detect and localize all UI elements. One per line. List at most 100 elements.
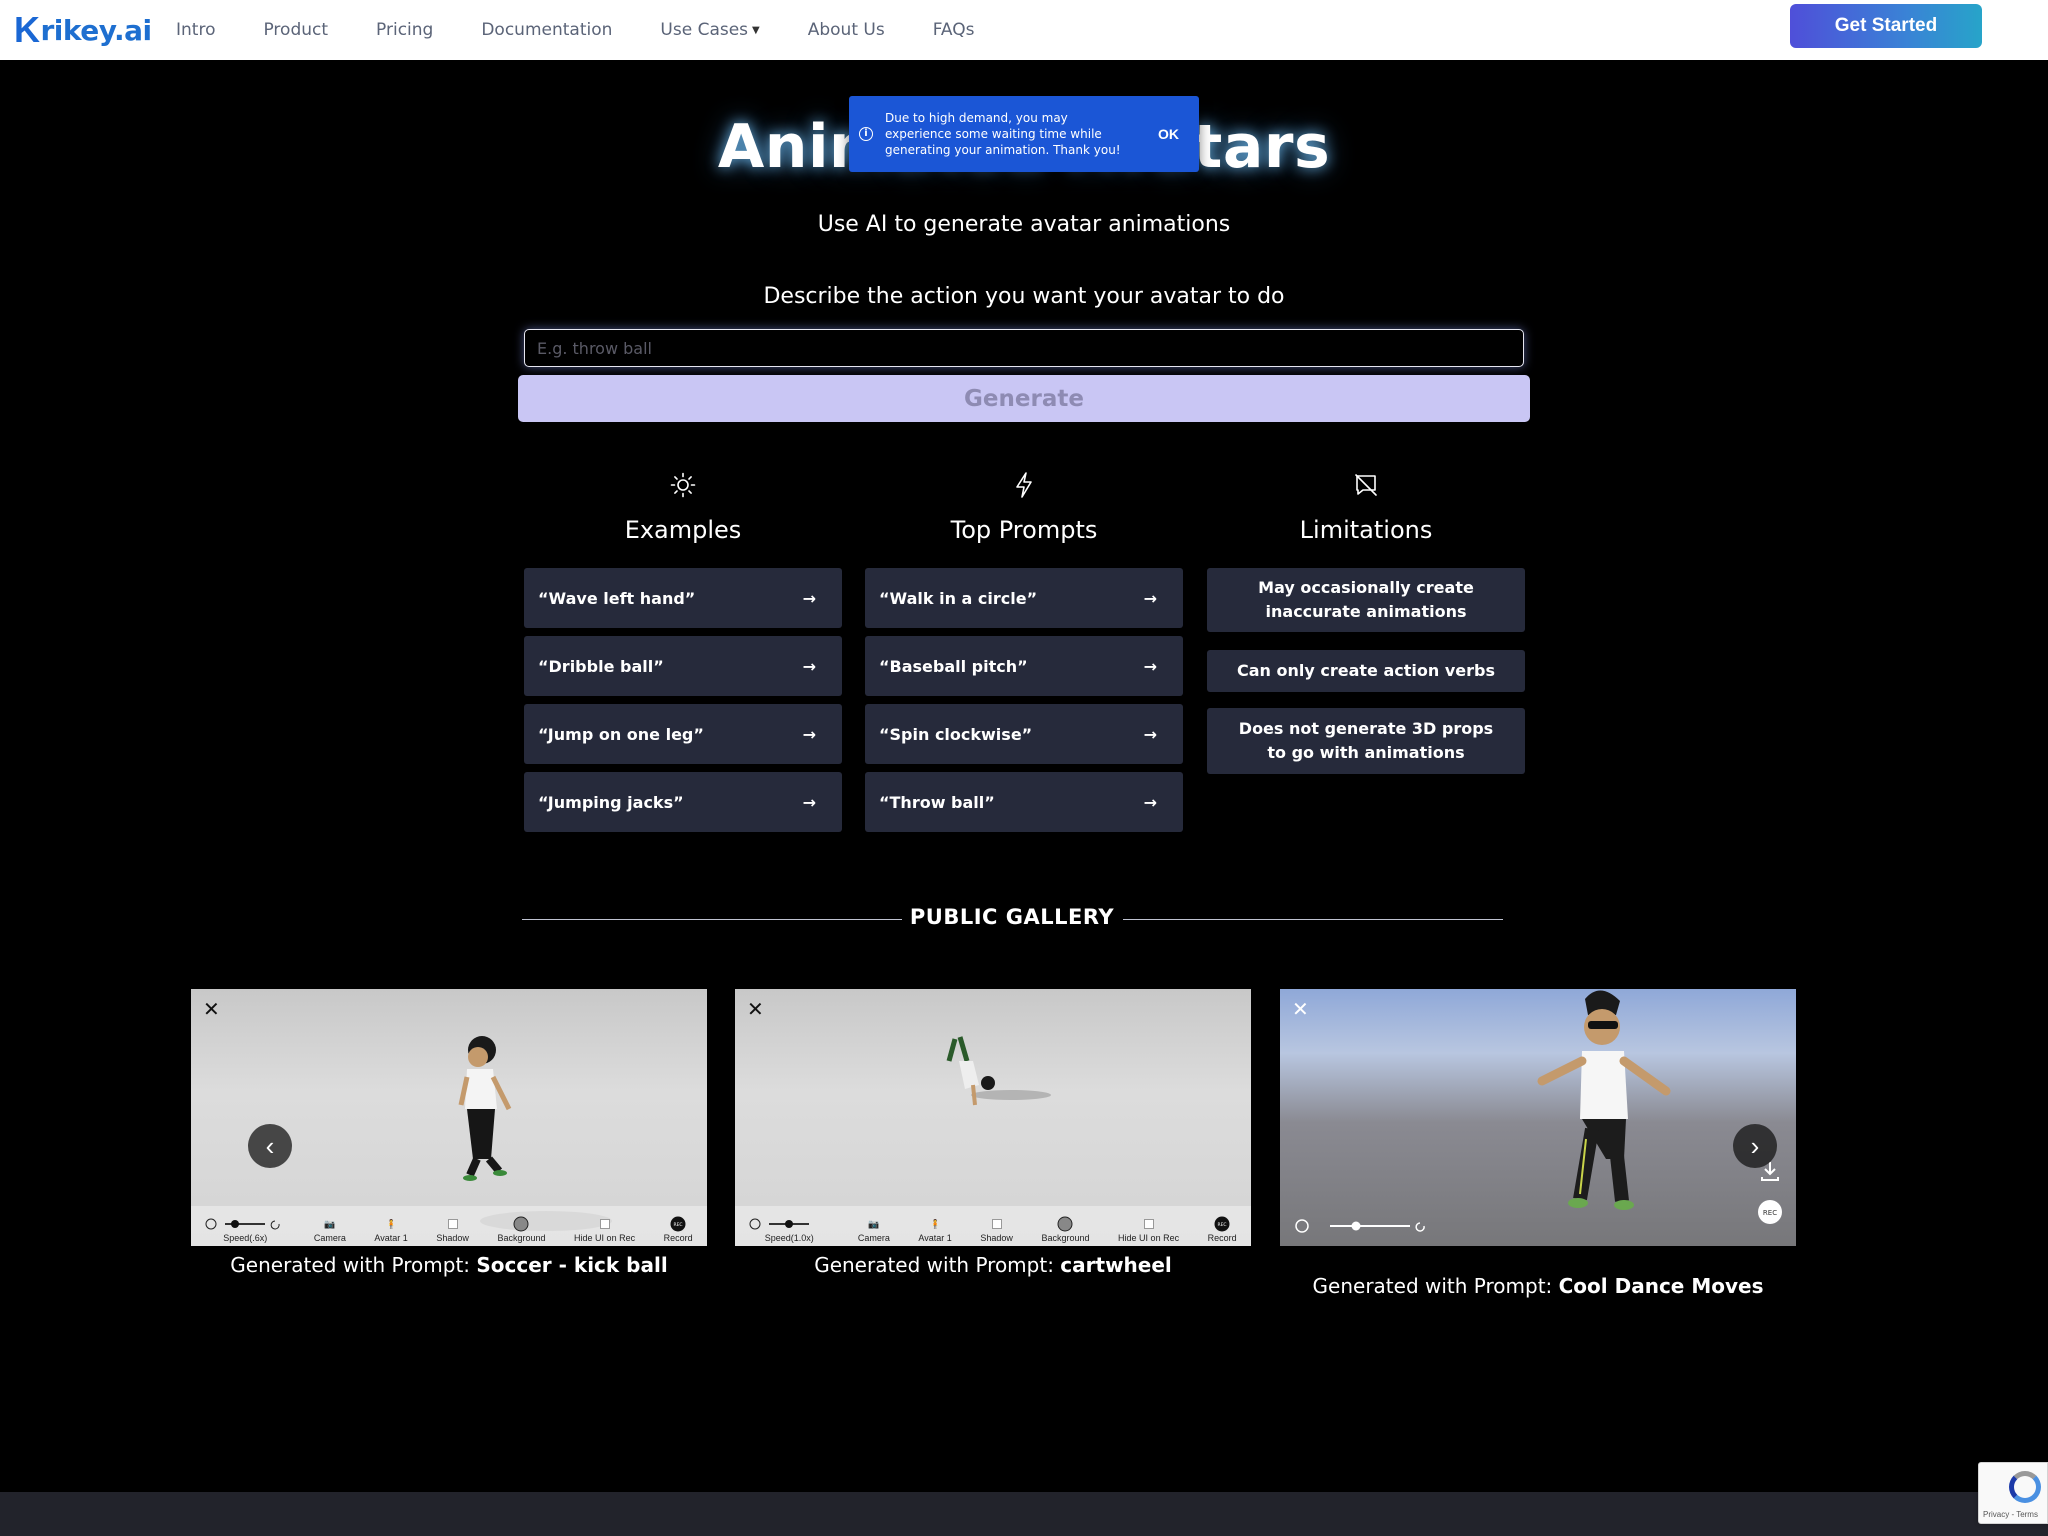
record-icon[interactable]: REC <box>1757 1199 1783 1229</box>
speed-slider[interactable] <box>1290 1218 1430 1238</box>
checkbox-icon[interactable] <box>445 1217 461 1231</box>
nav-link-intro[interactable]: Intro <box>176 20 215 40</box>
shadow-label: Shadow <box>436 1233 469 1243</box>
record-tool[interactable]: REC Record <box>663 1216 693 1243</box>
limitation-card: May occasionally create inaccurate anima… <box>1207 568 1525 632</box>
top-prompt-card[interactable]: “Spin clockwise” → <box>865 704 1183 764</box>
nav-link-faqs[interactable]: FAQs <box>933 20 975 40</box>
nav-link-pricing[interactable]: Pricing <box>376 20 433 40</box>
limitation-card: Does not generate 3D props to go with an… <box>1207 708 1525 774</box>
recaptcha-text[interactable]: Privacy - Terms <box>1983 1510 2038 1519</box>
checkbox-icon[interactable] <box>1141 1217 1157 1231</box>
top-prompt-card[interactable]: “Walk in a circle” → <box>865 568 1183 628</box>
record-icon: REC <box>1214 1216 1230 1232</box>
gallery-video[interactable]: ✕ ‹ Speed(.6x) 📷 Camera 🧍 Avatar 1 Shadow … <box>191 989 707 1246</box>
arrow-right-icon: → <box>802 656 816 676</box>
get-started-button[interactable]: Get Started <box>1790 4 1982 48</box>
top-prompt-card-label: “Throw ball” <box>879 792 995 812</box>
arrow-right-icon: → <box>1143 724 1157 744</box>
background-tool[interactable]: Background <box>1041 1216 1090 1243</box>
logo-text: rikey.ai <box>40 13 153 47</box>
page-subtitle: Use AI to generate avatar animations <box>817 212 1231 237</box>
gallery-video[interactable]: ✕ REC › <box>1280 989 1796 1246</box>
caption-prompt: Soccer - kick ball <box>476 1253 668 1277</box>
shadow-tool[interactable]: Shadow <box>436 1217 469 1243</box>
shadow-label: Shadow <box>980 1233 1013 1243</box>
speed-label: Speed(1.0x) <box>764 1233 814 1243</box>
checkbox-icon[interactable] <box>989 1217 1005 1231</box>
example-card[interactable]: “Jump on one leg” → <box>524 704 842 764</box>
nav-link-about-us[interactable]: About Us <box>808 20 885 40</box>
background-tool[interactable]: Background <box>497 1216 545 1243</box>
toast-message: Due to high demand, you may experience s… <box>885 111 1121 157</box>
footer-bar <box>0 1492 2048 1536</box>
avatar-tool[interactable]: 🧍 Avatar 1 <box>374 1217 408 1244</box>
caption-prompt: Cool Dance Moves <box>1558 1274 1764 1298</box>
gallery-title: PUBLIC GALLERY <box>909 905 1115 929</box>
speed-control[interactable]: Speed(.6x) <box>205 1217 285 1243</box>
top-navbar: Krikey.ai Intro Product Pricing Document… <box>0 0 2048 60</box>
gallery-caption: Generated with Prompt: Cool Dance Moves <box>1280 1274 1796 1298</box>
caption-prefix: Generated with Prompt: <box>230 1253 477 1277</box>
top-prompt-card-label: “Baseball pitch” <box>879 656 1028 676</box>
checkbox-icon[interactable] <box>597 1217 613 1231</box>
camera-tool[interactable]: 📷 Camera <box>857 1217 890 1244</box>
record-label: Record <box>1207 1233 1237 1243</box>
example-card[interactable]: “Jumping jacks” → <box>524 772 842 832</box>
avatar-tool[interactable]: 🧍 Avatar 1 <box>918 1217 951 1244</box>
recaptcha-icon <box>2009 1471 2041 1503</box>
record-icon: REC <box>670 1216 686 1232</box>
top-prompts-title: Top Prompts <box>950 516 1098 544</box>
person-icon: 🧍 <box>385 1218 397 1229</box>
nav-link-product[interactable]: Product <box>263 20 328 40</box>
record-tool[interactable]: REC Record <box>1207 1216 1237 1243</box>
hide-ui-label: Hide UI on Rec <box>574 1233 636 1243</box>
gallery-caption: Generated with Prompt: Soccer - kick bal… <box>191 1253 707 1277</box>
shadow-tool[interactable]: Shadow <box>980 1217 1013 1243</box>
background-label: Background <box>1041 1233 1090 1243</box>
top-prompt-card-label: “Spin clockwise” <box>879 724 1033 744</box>
gallery-caption: Generated with Prompt: cartwheel <box>735 1253 1251 1277</box>
nav-link-documentation[interactable]: Documentation <box>481 20 612 40</box>
recaptcha-badge[interactable]: Privacy - Terms <box>1978 1462 2048 1524</box>
speed-slider[interactable] <box>205 1217 285 1231</box>
example-card-label: “Jumping jacks” <box>538 792 684 812</box>
caption-prefix: Generated with Prompt: <box>1312 1274 1559 1298</box>
logo-k: K <box>14 9 40 50</box>
avatar-label: Avatar 1 <box>374 1233 408 1243</box>
record-label: Record <box>663 1233 693 1243</box>
camera-label: Camera <box>857 1233 890 1243</box>
example-card-label: “Jump on one leg” <box>538 724 704 744</box>
speed-label: Speed(.6x) <box>223 1233 268 1243</box>
gallery-divider-right <box>1123 919 1503 920</box>
toast-ok-button[interactable]: OK <box>1150 126 1187 142</box>
examples-column: Examples <box>524 470 842 544</box>
sun-icon <box>524 470 842 500</box>
arrow-right-icon: → <box>802 588 816 608</box>
hide-ui-tool[interactable]: Hide UI on Rec <box>1118 1217 1179 1243</box>
example-card[interactable]: “Wave left hand” → <box>524 568 842 628</box>
krikey-logo[interactable]: Krikey.ai <box>14 9 153 50</box>
nav-link-use-cases[interactable]: Use Cases ▼ <box>660 20 759 40</box>
hide-ui-tool[interactable]: Hide UI on Rec <box>574 1217 635 1243</box>
video-toolbar: Speed(.6x) 📷 Camera 🧍 Avatar 1 Shadow Back… <box>191 1206 707 1246</box>
speed-slider[interactable] <box>749 1217 829 1231</box>
example-card-label: “Dribble ball” <box>538 656 664 676</box>
rec-label: REC <box>1763 1209 1777 1217</box>
caption-prompt: cartwheel <box>1060 1253 1172 1277</box>
gallery-video[interactable]: ✕ Speed(1.0x) 📷 Camera 🧍 Avatar 1 Shadow B… <box>735 989 1251 1246</box>
limitation-card: Can only create action verbs <box>1207 650 1525 692</box>
top-prompt-card[interactable]: “Baseball pitch” → <box>865 636 1183 696</box>
generate-button[interactable]: Generate <box>518 375 1530 422</box>
carousel-next-button[interactable]: › <box>1733 1124 1777 1168</box>
speed-control[interactable]: Speed(1.0x) <box>749 1217 829 1243</box>
camera-tool[interactable]: 📷 Camera <box>314 1217 346 1244</box>
lightning-icon <box>865 470 1183 500</box>
prompt-input[interactable] <box>524 329 1524 367</box>
example-card[interactable]: “Dribble ball” → <box>524 636 842 696</box>
camera-icon: 📷 <box>868 1218 880 1229</box>
top-prompt-card[interactable]: “Throw ball” → <box>865 772 1183 832</box>
caret-down-icon: ▼ <box>752 24 760 36</box>
top-prompts-column: Top Prompts <box>865 470 1183 544</box>
carousel-prev-button[interactable]: ‹ <box>248 1124 292 1168</box>
